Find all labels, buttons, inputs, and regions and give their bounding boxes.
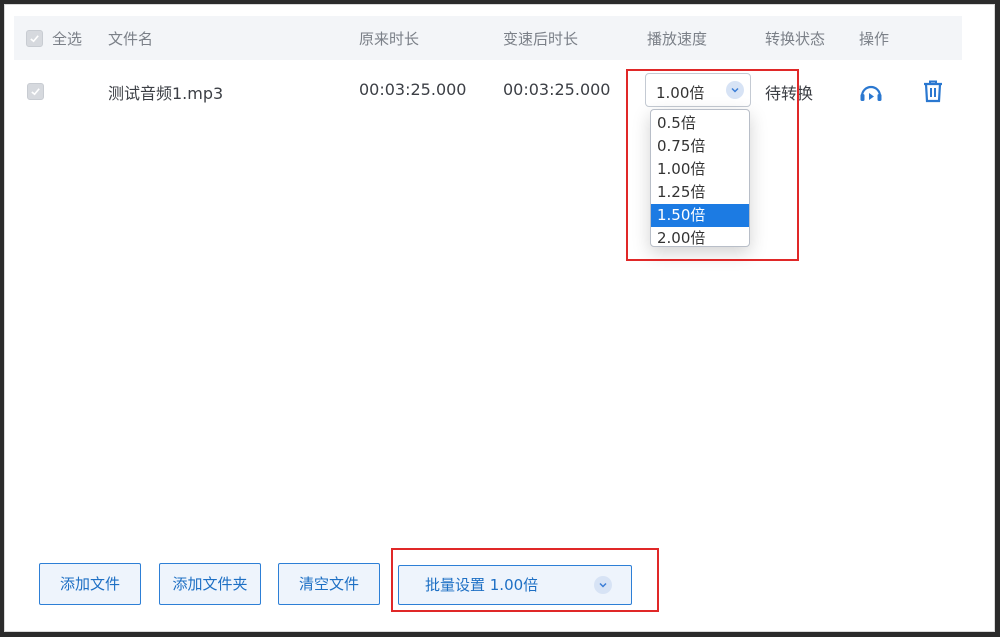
batch-speed-label: 批量设置 1.00倍 [425,576,539,594]
column-original-duration: 原来时长 [359,30,420,48]
add-file-button[interactable]: 添加文件 [39,563,141,605]
column-status: 转换状态 [765,30,826,48]
column-new-duration: 变速后时长 [503,30,579,48]
play-icon[interactable] [858,79,884,105]
select-all-checkbox[interactable] [26,30,43,47]
add-folder-button[interactable]: 添加文件夹 [159,563,261,605]
row-filename: 测试音频1.mp3 [108,84,224,103]
annotation-box-speed [626,69,799,261]
chevron-down-icon [594,576,612,594]
row-new-duration: 00:03:25.000 [503,80,611,99]
select-all-label[interactable]: 全选 [52,28,82,49]
column-speed: 播放速度 [647,30,708,48]
table-header: 全选 文件名 原来时长 变速后时长 播放速度 转换状态 操作 [14,16,962,60]
row-original-duration: 00:03:25.000 [359,80,467,99]
column-filename: 文件名 [108,30,154,48]
trash-icon[interactable] [920,78,946,104]
row-checkbox[interactable] [27,83,44,100]
check-icon [31,88,40,96]
check-icon [30,35,39,43]
column-actions: 操作 [859,30,890,48]
batch-speed-select[interactable]: 批量设置 1.00倍 [398,565,632,605]
clear-files-button[interactable]: 清空文件 [278,563,380,605]
